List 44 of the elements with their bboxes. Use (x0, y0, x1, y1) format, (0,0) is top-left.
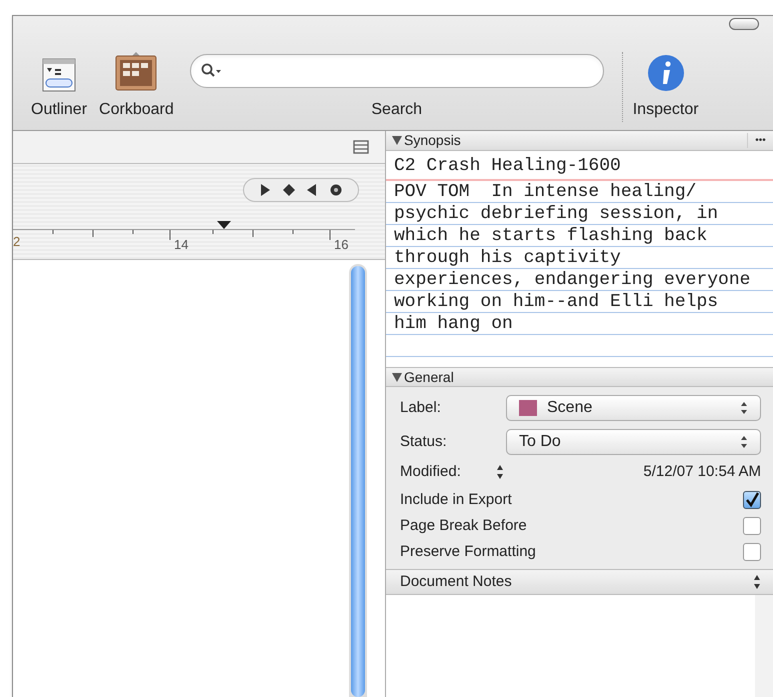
field-label: Label: (400, 398, 442, 418)
modified-date: 5/12/07 10:54 AM (643, 462, 761, 482)
diamond-icon (282, 184, 295, 196)
corkboard-icon (114, 52, 158, 92)
navigation-buttons[interactable] (243, 178, 359, 202)
ruler-label: 2 (13, 233, 20, 251)
section-header: Synopsis (404, 131, 461, 150)
disclosure-triangle-icon (392, 136, 402, 145)
split-view-icon[interactable] (353, 140, 369, 154)
more-button[interactable]: ••• (747, 133, 773, 148)
search-icon (200, 63, 223, 79)
toolbar-button[interactable]: Corkboard (99, 52, 174, 122)
synopsis-text[interactable]: POV TOM In intense healing/ psychic debriefing session, in which he starts flashing back through his captivity experiences, endangering everyone working on him--and Elli helps him hang on (386, 181, 756, 335)
checkbox-label: Include in Export (400, 490, 512, 510)
toolbar-toggle-button[interactable] (729, 18, 759, 30)
toolbar-button[interactable]: Outliner (31, 52, 88, 122)
checkbox-label: Preserve Formatting (400, 542, 536, 562)
search-field[interactable] (190, 54, 604, 88)
stepper-icon[interactable] (496, 465, 504, 479)
search-label: Search (371, 100, 422, 120)
play-icon (260, 184, 270, 196)
field-label: Status: (400, 432, 448, 452)
field-label: Modified: (400, 462, 462, 482)
back-icon (307, 184, 318, 196)
stepper-icon (740, 402, 748, 414)
ruler-label: 14 (174, 236, 188, 254)
checkbox[interactable] (743, 517, 761, 535)
popup-button[interactable]: To Do (506, 429, 761, 455)
inspector-button[interactable]: Inspector (632, 54, 699, 122)
record-icon (330, 184, 342, 196)
checkbox[interactable] (743, 491, 761, 509)
stepper-icon (740, 436, 748, 448)
checkbox-label: Page Break Before (400, 516, 527, 536)
outliner-icon (42, 58, 76, 92)
stepper-icon[interactable] (753, 575, 761, 589)
ruler-label: 16 (334, 236, 348, 254)
synopsis-title[interactable]: C2 Crash Healing-1600 (386, 151, 773, 181)
tab-stop-icon (217, 221, 231, 229)
popup-button[interactable]: Scene (506, 395, 761, 421)
section-header: General (404, 368, 454, 386)
section-header: Document Notes (400, 572, 512, 592)
disclosure-triangle-icon (392, 372, 402, 382)
checkbox[interactable] (743, 543, 761, 561)
info-icon (646, 54, 685, 92)
